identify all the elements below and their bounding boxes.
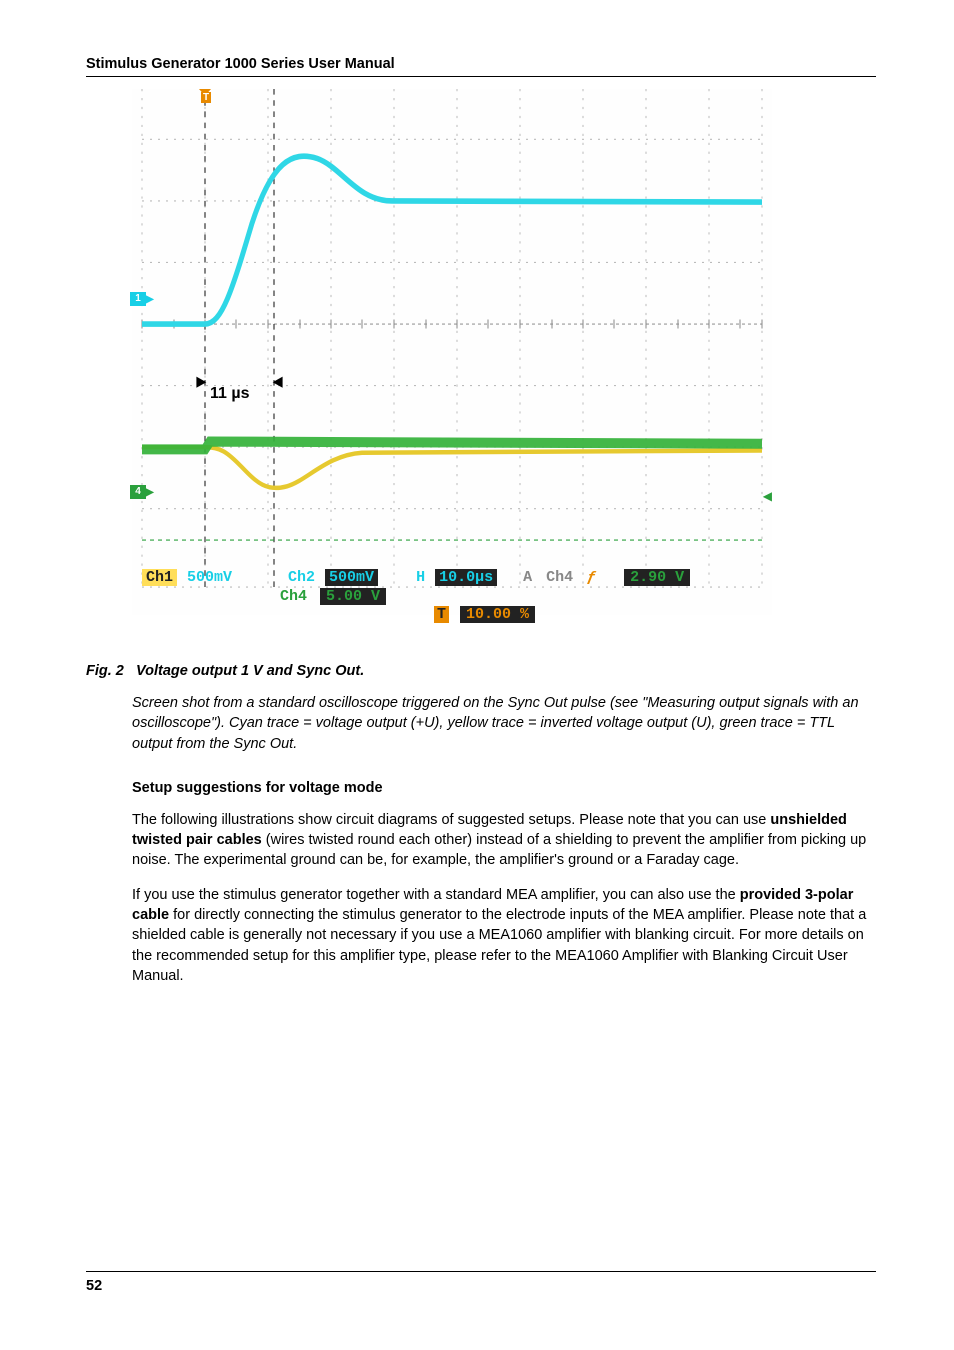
readout-ch4-row2-label: Ch4 (280, 588, 307, 605)
trace-cyan (142, 156, 762, 324)
header-rule (86, 76, 876, 77)
readout-ch1-label: Ch1 (142, 569, 177, 586)
figure-description: Screen shot from a standard oscilloscope… (132, 693, 876, 754)
section-heading: Setup suggestions for voltage mode (132, 780, 876, 796)
page-header-title: Stimulus Generator 1000 Series User Manu… (86, 56, 876, 72)
trigger-marker-icon: T (201, 87, 211, 103)
scope-readout-row-1: Ch1 500mV Ch2 500mV H 10.0µs A Ch4 ƒ 2.9… (142, 567, 762, 587)
readout-ch4-label: Ch4 (542, 569, 577, 586)
scope-readout-row-2: Ch4 5.00 V (280, 588, 386, 605)
right-green-arrow-icon: ◀ (763, 489, 772, 503)
page-number: 52 (86, 1278, 876, 1294)
readout-h-value: 10.0µs (435, 569, 497, 586)
trace-green (142, 442, 762, 450)
readout-slope-icon: ƒ (583, 569, 600, 586)
page-footer: 52 (86, 1271, 876, 1294)
readout-a-label: A (519, 569, 536, 586)
ch4-marker: 4 ▶ (130, 485, 146, 499)
readout-ch2-label: Ch2 (284, 569, 319, 586)
readout-t-label: T (434, 606, 449, 623)
scope-svg (132, 89, 772, 615)
ch1-marker: 1 ▶ (130, 292, 146, 306)
oscilloscope-screenshot: T 1 ▶ 4 ▶ 11 µs ◀ Ch1 500mV Ch2 500mV (132, 89, 772, 615)
figure-title: Voltage output 1 V and Sync Out. (136, 663, 364, 679)
figure-label: Fig. 2 (86, 663, 124, 679)
footer-rule (86, 1271, 876, 1272)
readout-ch2-value: 500mV (325, 569, 378, 586)
annotation-11us: 11 µs (210, 385, 249, 403)
readout-trigger-value: 2.90 V (624, 569, 690, 586)
figure-caption: Fig. 2 Voltage output 1 V and Sync Out. (86, 663, 876, 679)
readout-ch1-value: 500mV (183, 569, 236, 586)
scope-readout-row-3: T 10.00 % (434, 606, 535, 623)
trace-yellow (142, 447, 762, 488)
readout-t-value: 10.00 % (460, 606, 535, 623)
body-paragraph-1: The following illustrations show circuit… (132, 810, 876, 871)
readout-h-label: H (412, 569, 429, 586)
readout-ch4-row2-value: 5.00 V (320, 588, 386, 605)
body-paragraph-2: If you use the stimulus generator togeth… (132, 885, 876, 986)
